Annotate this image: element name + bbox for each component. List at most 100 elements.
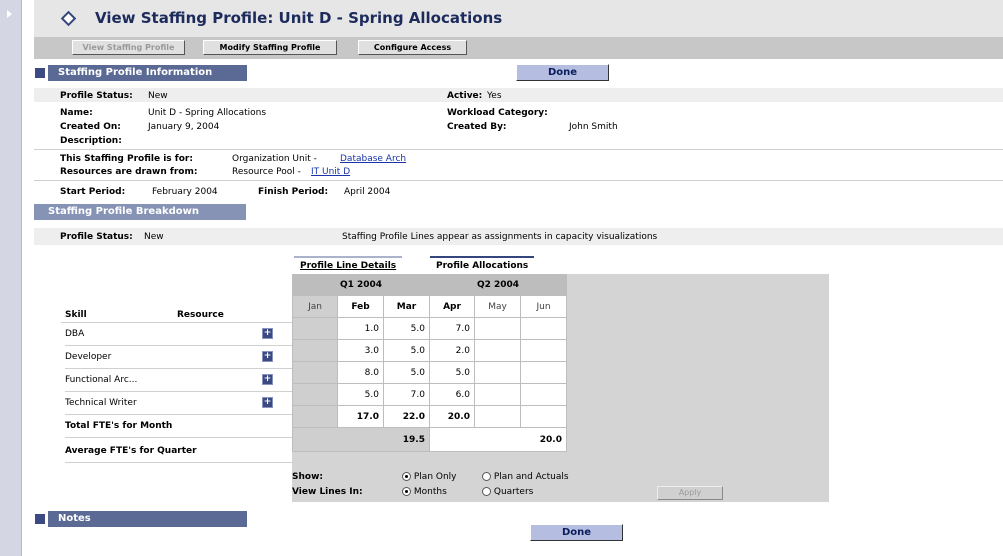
cell: 3.0 — [337, 339, 384, 362]
month-header: May — [474, 295, 521, 318]
total-row: Total FTE's for Month — [65, 415, 292, 438]
table-row: Developer + — [65, 346, 292, 369]
plan-only-option[interactable]: Plan Only — [402, 472, 457, 482]
radio[interactable] — [482, 472, 491, 481]
radio[interactable] — [482, 487, 491, 496]
expand-plus-icon[interactable]: + — [262, 328, 273, 339]
status-band — [34, 88, 1003, 102]
view-lines-in-label: View Lines In: — [292, 487, 363, 497]
workload-category-label: Workload Category: — [447, 108, 548, 118]
month-header: Jan — [292, 295, 338, 318]
cell: 2.0 — [429, 339, 475, 362]
radio-label: Plan and Actuals — [493, 472, 569, 482]
cell: 20.0 — [429, 427, 567, 452]
radio-label: Quarters — [493, 487, 534, 497]
skill-column-header: Skill — [65, 310, 87, 320]
breakdown-status-value: New — [144, 232, 164, 242]
table-row: Technical Writer + — [65, 392, 292, 415]
section-title: Staffing Profile Breakdown — [34, 204, 246, 220]
cell — [520, 317, 567, 340]
cell: 19.5 — [292, 427, 430, 452]
average-row: Average FTE's for Quarter — [65, 440, 292, 463]
created-on-value: January 9, 2004 — [148, 122, 220, 132]
cell: 20.0 — [429, 405, 475, 428]
done-button-bottom[interactable]: Done — [530, 524, 623, 541]
radio-label: Plan Only — [413, 472, 457, 482]
cell: 7.0 — [429, 317, 475, 340]
done-button-top[interactable]: Done — [516, 64, 609, 81]
tab-profile-allocations[interactable]: Profile Allocations — [430, 256, 535, 274]
quarter-header: Q2 2004 — [429, 274, 567, 296]
profile-for-prefix: Organization Unit - — [232, 154, 317, 164]
cell — [292, 317, 338, 340]
cell — [292, 383, 338, 406]
month-header: Mar — [383, 295, 430, 318]
cell — [474, 339, 521, 362]
table-row: 1.0 5.0 7.0 — [292, 317, 567, 340]
created-by-label: Created By: — [447, 122, 507, 132]
radio-label: Months — [413, 487, 447, 497]
section-title: Notes — [48, 511, 247, 527]
quarter-header: Q1 2004 — [292, 274, 430, 296]
view-staffing-profile-button: View Staffing Profile — [72, 40, 185, 55]
radio-selected[interactable] — [402, 487, 411, 496]
configure-access-button[interactable]: Configure Access — [358, 40, 467, 55]
start-period-value: February 2004 — [152, 187, 218, 197]
table-row: 3.0 5.0 2.0 — [292, 339, 567, 362]
cell — [520, 339, 567, 362]
resource-column-header: Resource — [177, 310, 224, 320]
cell — [474, 405, 521, 428]
radio-selected[interactable] — [402, 472, 411, 481]
cell: 17.0 — [337, 405, 384, 428]
toolbar: View Staffing Profile Modify Staffing Pr… — [34, 37, 1003, 59]
table-row: 5.0 7.0 6.0 — [292, 383, 567, 406]
cell — [292, 361, 338, 384]
cell — [474, 383, 521, 406]
section-square-icon — [35, 68, 45, 78]
month-header: Jun — [520, 295, 567, 318]
table-row: 8.0 5.0 5.0 — [292, 361, 567, 384]
name-value: Unit D - Spring Allocations — [148, 108, 267, 118]
plan-actuals-option[interactable]: Plan and Actuals — [482, 472, 569, 482]
expand-plus-icon[interactable]: + — [262, 374, 273, 385]
cell: 6.0 — [429, 383, 475, 406]
finish-period-value: April 2004 — [344, 187, 391, 197]
cell — [520, 361, 567, 384]
page-title: View Staffing Profile: Unit D - Spring A… — [95, 9, 503, 27]
month-header: Feb — [337, 295, 384, 318]
total-row: 17.0 22.0 20.0 — [292, 405, 567, 428]
tab-label: Profile Allocations — [436, 261, 529, 271]
start-period-label: Start Period: — [60, 187, 126, 197]
active-value: Yes — [487, 91, 502, 101]
cell — [474, 361, 521, 384]
it-unit-d-link[interactable]: IT Unit D — [311, 167, 350, 177]
cell — [474, 317, 521, 340]
modify-staffing-profile-button[interactable]: Modify Staffing Profile — [203, 40, 337, 55]
cell: 8.0 — [337, 361, 384, 384]
left-collapse-bar[interactable] — [0, 0, 22, 556]
cell: 7.0 — [383, 383, 430, 406]
cell — [520, 405, 567, 428]
apply-button: Apply — [657, 486, 723, 500]
notes-header: Notes — [34, 511, 1003, 527]
tab-profile-line-details[interactable]: Profile Line Details — [294, 256, 403, 274]
average-row: 19.5 20.0 — [292, 427, 567, 452]
cell — [520, 383, 567, 406]
capacity-note: Staffing Profile Lines appear as assignm… — [342, 232, 658, 242]
profile-for-label: This Staffing Profile is for: — [60, 154, 193, 164]
cell: 22.0 — [383, 405, 430, 428]
months-option[interactable]: Months — [402, 487, 447, 497]
cell: 5.0 — [383, 361, 430, 384]
expand-plus-icon[interactable]: + — [262, 397, 273, 408]
show-label: Show: — [292, 472, 323, 482]
skill-name: Functional Arc... — [65, 375, 138, 385]
description-label: Description: — [60, 136, 122, 146]
expand-arrow-icon[interactable] — [7, 10, 12, 18]
created-by-value: John Smith — [569, 122, 618, 132]
allocations-panel: Q1 2004 Q2 2004 Jan Feb Mar Apr May Jun … — [292, 274, 829, 502]
quarters-option[interactable]: Quarters — [482, 487, 533, 497]
expand-plus-icon[interactable]: + — [262, 351, 273, 362]
database-arch-link[interactable]: Database Arch — [340, 154, 406, 164]
tab-label: Profile Line Details — [300, 261, 397, 271]
active-label: Active: — [447, 91, 483, 101]
